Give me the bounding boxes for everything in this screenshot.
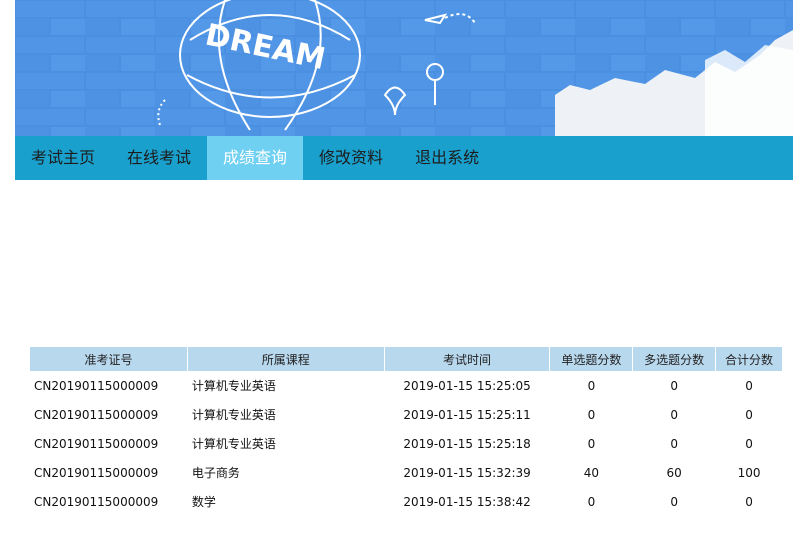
cell-total-score: 100 — [737, 465, 761, 480]
nav-score-query[interactable]: 成绩查询 — [207, 136, 304, 180]
col-header-multi-score: 多选题分数 — [633, 347, 716, 371]
cell-multi-score: 0 — [670, 494, 678, 509]
cell-course: 计算机专业英语 — [191, 408, 276, 422]
score-table: 准考证号 所属课程 考试时间 单选题分数 多选题分数 合计分数 CN201901… — [29, 347, 783, 516]
cell-exam-time: 2019-01-15 15:32:39 — [403, 465, 531, 480]
cell-exam-time: 2019-01-15 15:25:18 — [403, 436, 531, 451]
nav-home[interactable]: 考试主页 — [15, 136, 111, 180]
cell-single-score: 0 — [587, 494, 596, 509]
cell-total-score: 0 — [745, 378, 753, 393]
cell-exam-time: 2019-01-15 15:25:05 — [403, 378, 531, 393]
cell-single-score: 0 — [587, 407, 596, 422]
cell-total-score: 0 — [745, 436, 753, 451]
cell-multi-score: 0 — [670, 407, 678, 422]
col-header-exam-time: 考试时间 — [384, 347, 550, 371]
cell-course: 电子商务 — [191, 466, 240, 480]
table-row: CN20190115000009 数学 2019-01-15 15:38:42 … — [30, 487, 782, 516]
table-row: CN20190115000009 电子商务 2019-01-15 15:32:3… — [30, 458, 782, 487]
header-banner: DREAM — [15, 0, 793, 136]
banner-illustration: DREAM — [15, 0, 793, 136]
cell-course: 数学 — [191, 495, 216, 509]
table-header-row: 准考证号 所属课程 考试时间 单选题分数 多选题分数 合计分数 — [30, 347, 782, 371]
cell-exam-id: CN20190115000009 — [34, 494, 159, 509]
col-header-single-score: 单选题分数 — [550, 347, 633, 371]
cell-exam-time: 2019-01-15 15:25:11 — [403, 407, 531, 422]
cell-exam-id: CN20190115000009 — [34, 436, 159, 451]
table-row: CN20190115000009 计算机专业英语 2019-01-15 15:2… — [30, 400, 782, 429]
cell-multi-score: 60 — [666, 465, 682, 480]
nav-logout[interactable]: 退出系统 — [399, 136, 495, 180]
cell-exam-id: CN20190115000009 — [34, 465, 159, 480]
cell-exam-time: 2019-01-15 15:38:42 — [403, 494, 531, 509]
table-row: CN20190115000009 计算机专业英语 2019-01-15 15:2… — [30, 371, 782, 400]
nav-online-exam[interactable]: 在线考试 — [111, 136, 207, 180]
cell-multi-score: 0 — [670, 436, 678, 451]
nav-edit-profile[interactable]: 修改资料 — [303, 136, 399, 180]
cell-course: 计算机专业英语 — [191, 437, 276, 451]
cell-total-score: 0 — [745, 407, 753, 422]
col-header-exam-id: 准考证号 — [30, 347, 187, 371]
cell-single-score: 0 — [587, 378, 596, 393]
table-row: CN20190115000009 计算机专业英语 2019-01-15 15:2… — [30, 429, 782, 458]
cell-single-score: 40 — [583, 465, 600, 480]
page: DREAM 考试主页 在线考试 成绩查询 修改资料 退出系统 准考证号 所属课程… — [0, 0, 811, 548]
cell-total-score: 0 — [745, 494, 753, 509]
cell-exam-id: CN20190115000009 — [34, 378, 159, 393]
col-header-total-score: 合计分数 — [716, 347, 782, 371]
cell-course: 计算机专业英语 — [191, 379, 276, 393]
col-header-course: 所属课程 — [187, 347, 384, 371]
main-nav: 考试主页 在线考试 成绩查询 修改资料 退出系统 — [15, 136, 793, 180]
cell-exam-id: CN20190115000009 — [34, 407, 159, 422]
cell-multi-score: 0 — [670, 378, 678, 393]
cell-single-score: 0 — [587, 436, 596, 451]
